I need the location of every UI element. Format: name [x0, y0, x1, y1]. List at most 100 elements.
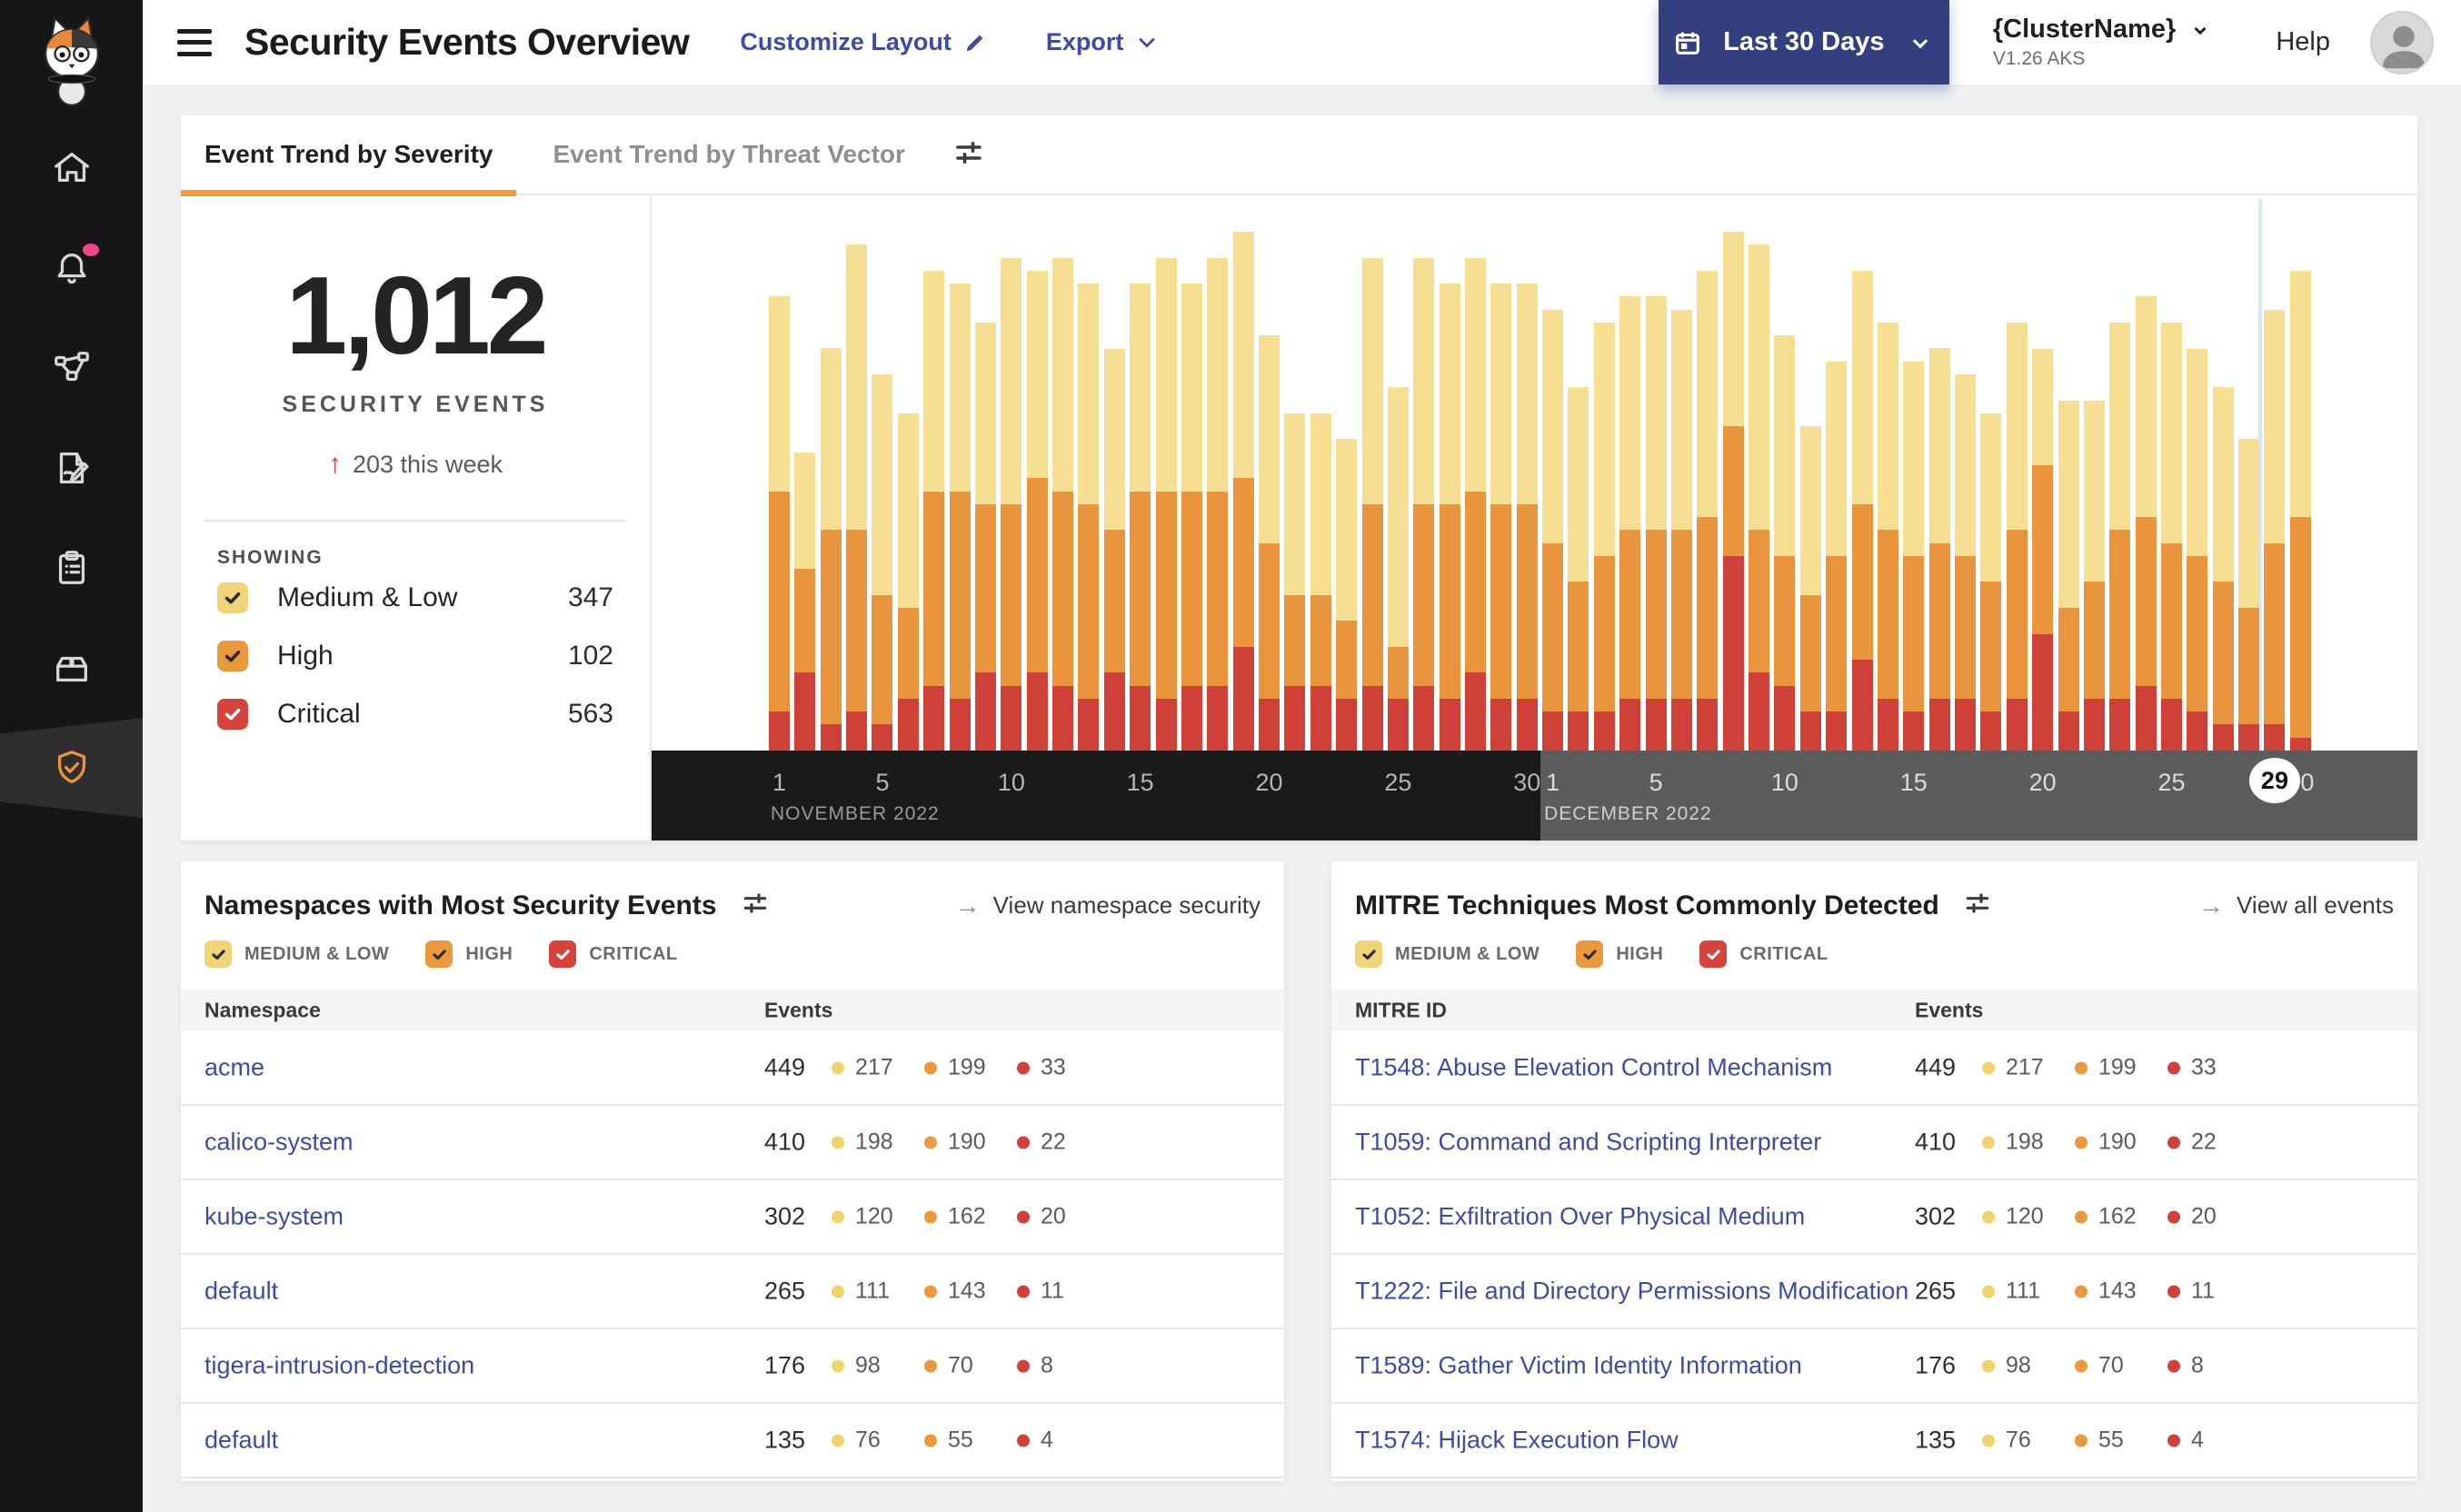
namespace-link[interactable]: kube-system	[204, 1203, 344, 1231]
severity-checkbox[interactable]	[217, 582, 248, 613]
chart-bar-day-nov-23[interactable]	[1336, 439, 1358, 751]
chart-bar-day-nov-25[interactable]	[1387, 387, 1409, 751]
chart-bar-day-dec-14[interactable]	[1877, 322, 1898, 751]
chart-bar-day-dec-2[interactable]	[1568, 387, 1589, 751]
chart-bar-day-dec-10[interactable]	[1774, 335, 1796, 751]
chart-bar-day-nov-13[interactable]	[1078, 284, 1100, 751]
severity-checkbox[interactable]	[204, 940, 232, 968]
chart-bar-day-dec-15[interactable]	[1903, 361, 1925, 751]
view-namespace-security-link[interactable]: → View namespace security	[955, 891, 1260, 920]
chart-bar-day-nov-17[interactable]	[1181, 284, 1202, 751]
chart-bar-day-dec-12[interactable]	[1826, 361, 1848, 751]
chart-bar-day-dec-3[interactable]	[1593, 322, 1615, 751]
export-button[interactable]: Export	[1046, 28, 1161, 56]
chart-bar-day-nov-8[interactable]	[949, 284, 971, 751]
chart-bar-day-dec-21[interactable]	[2057, 400, 2079, 751]
chart-bar-day-dec-11[interactable]	[1799, 426, 1821, 751]
chart-bar-day-dec-9[interactable]	[1749, 244, 1770, 751]
chart-bar-day-nov-9[interactable]	[974, 322, 996, 751]
chart-bar-day-dec-5[interactable]	[1645, 296, 1667, 751]
chart-bar-day-dec-24[interactable]	[2135, 296, 2157, 751]
chart-bar-day-dec-26[interactable]	[2187, 348, 2208, 751]
chart-bar-day-nov-3[interactable]	[820, 348, 842, 751]
trend-filter-settings-button[interactable]	[952, 136, 985, 174]
customize-layout-button[interactable]: Customize Layout	[740, 28, 988, 56]
chart-bar-day-dec-25[interactable]	[2160, 322, 2182, 751]
namespace-link[interactable]: acme	[204, 1054, 264, 1082]
chart-bar-day-dec-30[interactable]	[2289, 270, 2311, 751]
chart-bar-day-dec-29[interactable]	[2264, 309, 2286, 751]
chart-bar-day-nov-21[interactable]	[1284, 413, 1306, 751]
chart-bar-day-dec-27[interactable]	[2212, 387, 2234, 751]
chart-bar-day-nov-15[interactable]	[1130, 284, 1151, 751]
severity-checkbox[interactable]	[549, 940, 577, 968]
severity-checkbox[interactable]	[425, 940, 453, 968]
chart-bar-day-dec-17[interactable]	[1955, 374, 1977, 751]
severity-checkbox[interactable]	[1355, 940, 1382, 968]
severity-checkbox[interactable]	[1576, 940, 1604, 968]
mitre-technique-link[interactable]: T1222: File and Directory Permissions Mo…	[1355, 1278, 1908, 1306]
mitre-filter-settings-button[interactable]	[1963, 889, 1992, 922]
chart-bar-day-nov-6[interactable]	[897, 413, 919, 751]
mitre-technique-link[interactable]: T1548: Abuse Elevation Control Mechanism	[1355, 1054, 1832, 1082]
sidebar-item-images[interactable]	[0, 618, 143, 718]
sidebar-item-alerts[interactable]	[0, 218, 143, 318]
severity-checkbox[interactable]	[1699, 940, 1728, 968]
chart-bar-day-dec-8[interactable]	[1722, 232, 1744, 751]
sidebar-item-compliance-reports[interactable]	[0, 518, 143, 618]
sidebar-item-service-graph[interactable]	[0, 318, 143, 418]
namespace-link[interactable]: default	[204, 1427, 278, 1455]
namespace-link[interactable]: calico-system	[204, 1129, 354, 1157]
chart-bar-day-nov-5[interactable]	[872, 374, 893, 751]
severity-filter-chip[interactable]: CRITICAL	[1699, 940, 1828, 968]
chart-bar-day-dec-4[interactable]	[1619, 296, 1641, 751]
chart-bar-day-dec-23[interactable]	[2109, 322, 2131, 751]
chart-bar-day-nov-4[interactable]	[846, 244, 868, 751]
chart-bar-day-nov-16[interactable]	[1155, 257, 1177, 751]
chart-bar-day-nov-18[interactable]	[1207, 257, 1229, 751]
chart-bar-day-dec-16[interactable]	[1928, 348, 1950, 751]
chart-bar-day-dec-28[interactable]	[2238, 439, 2260, 751]
chart-bar-day-nov-11[interactable]	[1026, 270, 1048, 751]
chart-bar-day-dec-1[interactable]	[1542, 309, 1564, 751]
chart-bar-day-dec-22[interactable]	[2083, 400, 2105, 751]
user-avatar[interactable]	[2370, 10, 2434, 75]
menu-icon[interactable]	[177, 28, 212, 56]
chart-bar-day-dec-18[interactable]	[1980, 413, 2002, 751]
chart-bar-day-nov-29[interactable]	[1490, 284, 1512, 751]
chart-bar-day-dec-20[interactable]	[2032, 348, 2054, 751]
chart-bar-day-dec-19[interactable]	[2006, 322, 2028, 751]
chart-bar-day-nov-30[interactable]	[1516, 284, 1538, 751]
sidebar-item-home[interactable]	[0, 118, 143, 218]
chart-bar-day-nov-2[interactable]	[794, 452, 816, 751]
view-all-events-link[interactable]: → View all events	[2198, 891, 2394, 920]
tab-event-trend-by-severity[interactable]: Event Trend by Severity	[181, 114, 517, 196]
chart-bar-day-dec-7[interactable]	[1697, 270, 1719, 751]
chart-bar-day-nov-20[interactable]	[1259, 335, 1280, 751]
severity-checkbox[interactable]	[217, 699, 248, 730]
chart-bar-day-nov-14[interactable]	[1103, 348, 1125, 751]
mitre-technique-link[interactable]: T1059: Command and Scripting Interpreter	[1355, 1129, 1821, 1157]
chart-bar-day-nov-22[interactable]	[1310, 413, 1331, 751]
severity-filter-chip[interactable]: MEDIUM & LOW	[204, 940, 389, 968]
chart-bar-day-dec-13[interactable]	[1851, 270, 1873, 751]
namespaces-filter-settings-button[interactable]	[741, 889, 770, 922]
severity-filter-chip[interactable]: MEDIUM & LOW	[1355, 940, 1539, 968]
chart-bar-day-nov-27[interactable]	[1439, 284, 1460, 751]
chart-bar-day-nov-24[interactable]	[1361, 257, 1383, 751]
mitre-technique-link[interactable]: T1589: Gather Victim Identity Informatio…	[1355, 1352, 1802, 1380]
severity-filter-chip[interactable]: HIGH	[425, 940, 513, 968]
severity-checkbox[interactable]	[217, 641, 248, 671]
sidebar-item-policies[interactable]	[0, 418, 143, 518]
tab-event-trend-by-threat-vector[interactable]: Event Trend by Threat Vector	[553, 114, 904, 194]
severity-filter-chip[interactable]: HIGH	[1576, 940, 1663, 968]
mitre-technique-link[interactable]: T1574: Hijack Execution Flow	[1355, 1427, 1679, 1455]
chart-bar-day-nov-1[interactable]	[769, 296, 790, 751]
chart-bar-day-nov-7[interactable]	[923, 270, 945, 751]
namespace-link[interactable]: default	[204, 1278, 278, 1306]
date-range-button[interactable]: Last 30 Days	[1658, 0, 1949, 85]
help-link[interactable]: Help	[2276, 27, 2330, 57]
chart-bar-day-nov-19[interactable]	[1232, 232, 1254, 751]
chart-bar-day-nov-12[interactable]	[1052, 257, 1074, 751]
chart-bar-day-nov-26[interactable]	[1413, 257, 1435, 751]
